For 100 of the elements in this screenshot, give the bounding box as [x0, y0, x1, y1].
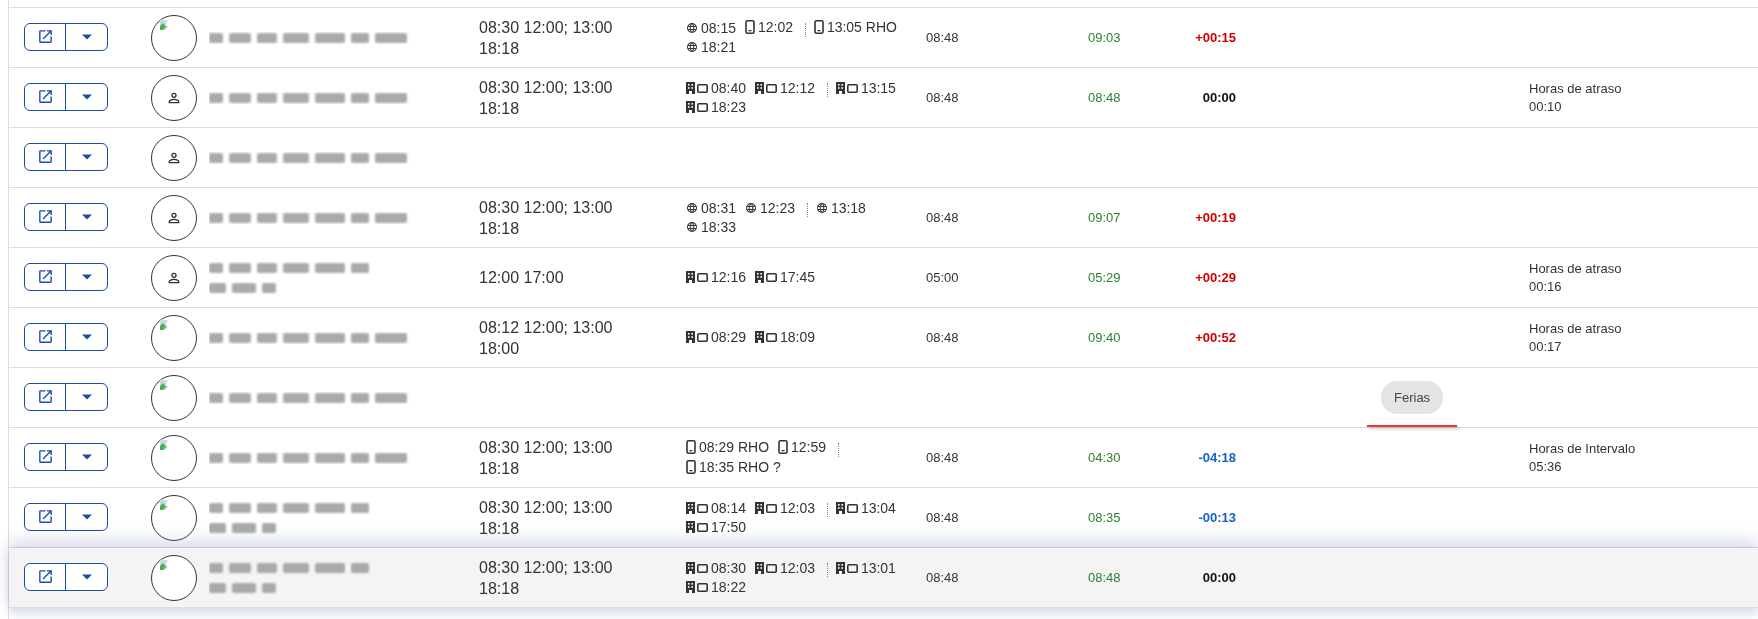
open-button[interactable] — [24, 202, 66, 231]
punch-time: 17:45 — [779, 268, 815, 286]
punch-time: 13:01 — [860, 558, 896, 577]
expected-hours: 08:48 — [926, 29, 959, 45]
dropdown-button[interactable] — [65, 502, 108, 531]
dropdown-button[interactable] — [65, 82, 108, 111]
schedule-text: 18:00 — [479, 338, 521, 359]
punch-time: 12:23 — [759, 198, 795, 217]
caret-icon — [81, 213, 92, 220]
open-external-icon — [36, 568, 54, 586]
dropdown-button[interactable] — [65, 262, 108, 291]
building-card-icon — [754, 501, 777, 514]
balance-value: -04:18 — [1198, 449, 1236, 465]
punch-time: 18:35 RHO ? — [699, 457, 781, 476]
balance-value: 00:00 — [1202, 569, 1236, 585]
building-card-icon — [686, 580, 708, 593]
dropdown-button[interactable] — [65, 382, 108, 411]
balance-value: +00:29 — [1195, 269, 1236, 285]
open-button[interactable] — [24, 262, 66, 291]
building-card-icon — [835, 561, 858, 574]
building-card-icon — [754, 271, 777, 283]
open-button[interactable] — [24, 442, 66, 471]
note-text: 05:36 — [1529, 457, 1563, 476]
worked-hours: 05:29 — [1088, 269, 1121, 285]
punch-time: 18:33 — [701, 217, 737, 236]
phone-icon — [686, 459, 696, 474]
globe-icon — [686, 22, 698, 34]
broken-image-icon — [159, 498, 171, 511]
balance-value: +00:52 — [1195, 329, 1236, 345]
building-card-icon — [686, 271, 708, 283]
dropdown-button[interactable] — [65, 562, 108, 591]
punch-time: 08:31 — [701, 198, 737, 217]
open-button[interactable] — [24, 382, 66, 411]
open-external-icon — [36, 388, 54, 406]
note-text: Horas de atraso — [1529, 259, 1623, 278]
expected-hours: 08:48 — [926, 509, 959, 525]
globe-icon — [815, 201, 828, 214]
open-button[interactable] — [24, 502, 66, 531]
dropdown-button[interactable] — [65, 202, 108, 231]
note-text: Horas de atraso — [1529, 79, 1623, 98]
punch-time: 12:03 — [779, 558, 815, 577]
caret-icon — [81, 393, 92, 400]
phone-icon — [813, 20, 824, 34]
punch-time: 12:02 — [757, 18, 793, 36]
balance-value: 00:00 — [1202, 89, 1236, 105]
punch-time: 18:09 — [779, 328, 815, 346]
building-card-icon — [835, 501, 858, 514]
schedule-text: 18:18 — [479, 38, 521, 59]
expected-hours: 08:48 — [926, 329, 959, 345]
worked-hours: 09:07 — [1088, 209, 1121, 225]
globe-icon — [686, 41, 698, 53]
expected-hours: 08:48 — [926, 449, 959, 465]
dropdown-button[interactable] — [65, 442, 108, 471]
open-button[interactable] — [24, 22, 66, 51]
open-external-icon — [36, 88, 54, 106]
schedule-text: 08:30 12:00; 13:00 — [479, 197, 614, 218]
balance-value: +00:15 — [1195, 29, 1236, 45]
building-card-icon — [686, 501, 708, 514]
schedule-text: 08:12 12:00; 13:00 — [479, 317, 614, 338]
worked-hours: 09:40 — [1088, 329, 1121, 345]
dropdown-button[interactable] — [65, 142, 108, 171]
open-button[interactable] — [24, 82, 66, 111]
schedule-text: 18:18 — [479, 458, 521, 479]
phone-icon — [777, 439, 788, 454]
schedule-text: 08:30 12:00; 13:00 — [479, 77, 614, 98]
broken-image-icon — [159, 438, 171, 451]
worked-hours: 09:03 — [1088, 29, 1121, 45]
worked-hours: 04:30 — [1088, 449, 1121, 465]
dropdown-button[interactable] — [65, 322, 108, 351]
schedule-text: 18:18 — [479, 218, 521, 239]
punch-time: 13:18 — [830, 198, 866, 217]
schedule-text: 08:30 12:00; 13:00 — [479, 437, 614, 458]
caret-icon — [81, 153, 92, 160]
punch-time: 12:12 — [779, 78, 815, 97]
globe-icon — [686, 220, 698, 233]
open-button[interactable] — [24, 562, 66, 591]
absence-chip: Ferias — [1381, 380, 1444, 415]
broken-image-icon — [159, 558, 171, 571]
open-external-icon — [36, 28, 54, 46]
note-text: 00:16 — [1529, 277, 1563, 296]
schedule-text: 12:00 17:00 — [479, 268, 565, 288]
expected-hours: 08:48 — [926, 569, 959, 585]
building-card-icon — [754, 331, 777, 343]
punch-time: 12:03 — [779, 498, 815, 517]
open-button[interactable] — [24, 142, 66, 171]
phone-icon — [744, 20, 755, 34]
open-button[interactable] — [24, 322, 66, 351]
caret-icon — [81, 573, 92, 580]
worked-hours: 08:48 — [1088, 89, 1121, 105]
caret-icon — [81, 453, 92, 460]
balance-value: +00:19 — [1195, 209, 1236, 225]
open-external-icon — [36, 148, 54, 166]
dropdown-button[interactable] — [65, 22, 108, 51]
open-external-icon — [36, 268, 54, 286]
building-card-icon — [686, 520, 708, 533]
building-card-icon — [754, 81, 777, 94]
punch-time: 12:16 — [711, 268, 747, 286]
building-card-icon — [686, 81, 708, 94]
globe-icon — [744, 201, 757, 214]
building-card-icon — [686, 331, 708, 343]
